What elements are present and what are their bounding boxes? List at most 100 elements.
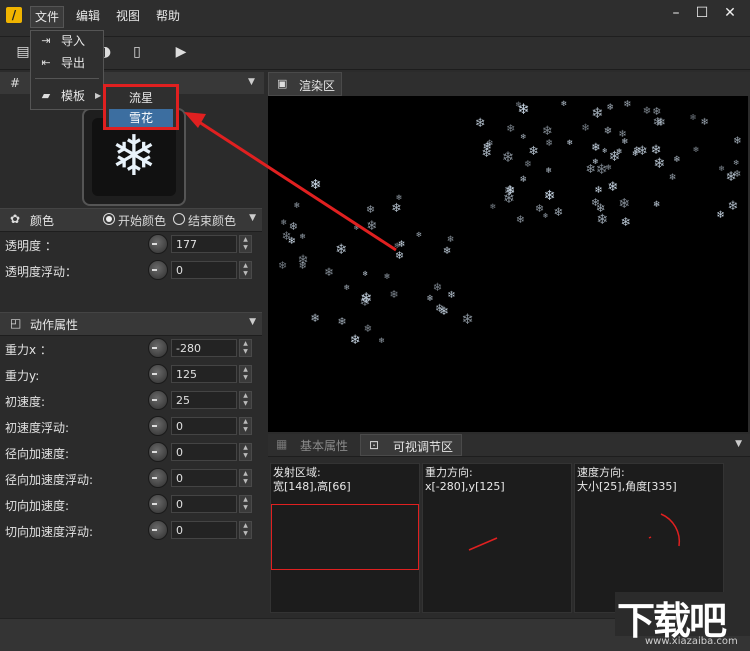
menu-help[interactable]: 帮助 bbox=[152, 6, 184, 26]
tab-visual-adjust[interactable]: ⊡ 可视调节区 bbox=[360, 434, 462, 456]
menu-divider bbox=[35, 78, 99, 79]
snow-particle: ❄ bbox=[594, 184, 603, 196]
tangential-accel-float-knob[interactable] bbox=[148, 520, 168, 540]
menu-view[interactable]: 视图 bbox=[112, 6, 144, 26]
gravity-x-label: 重力x ： bbox=[5, 343, 52, 357]
opacity-float-knob[interactable] bbox=[148, 260, 168, 280]
chevron-down-icon[interactable]: ▼ bbox=[249, 317, 256, 327]
chevron-down-icon[interactable]: ▼ bbox=[248, 77, 255, 87]
render-canvas[interactable]: ❄ ❄ ❄ ❄ ❄ ❄ ❄ ❄ ❄ ❄ ❄ ❄ ❄ ❄ ❄ ❄ ❄ ❄ ❄ ❄ ❄ ❄ ❄ ❄ ❄ ❄ ❄ ❄ ❄ ❄ ❄ ❄ ❄ ❄ ❄ ❄ ❄ ❄ ❄ ❄… bbox=[268, 96, 748, 432]
tangential-accel-float-label: 切向加速度浮动: bbox=[5, 525, 94, 539]
snow-particle: ❄ bbox=[727, 199, 739, 215]
initial-speed-float-stepper[interactable]: ▲ ▼ bbox=[239, 417, 252, 435]
color-section-header: ✿ 颜色 开始颜色 结束颜色 ▼ bbox=[0, 208, 262, 232]
opacity-float-input[interactable]: 0 bbox=[171, 261, 237, 279]
tangential-accel-input[interactable]: 0 bbox=[171, 495, 237, 513]
motion-icon: ◰ bbox=[10, 316, 22, 330]
template-icon: ▰ bbox=[41, 89, 51, 102]
initial-speed-input[interactable]: 25 bbox=[171, 391, 237, 409]
close-icon[interactable]: ✕ bbox=[718, 3, 742, 23]
menu-item-template[interactable]: ▰ 模板 ▶ bbox=[31, 86, 103, 106]
snow-particle: ❄ bbox=[505, 182, 516, 197]
radial-accel-stepper[interactable]: ▲ ▼ bbox=[239, 443, 252, 461]
snow-particle: ❄ bbox=[278, 258, 287, 272]
opacity-stepper[interactable]: ▲ ▼ bbox=[239, 235, 252, 253]
snow-particle: ❄ bbox=[642, 106, 652, 118]
snow-particle: ❄ bbox=[324, 264, 334, 279]
gravity-x-input[interactable]: -280 bbox=[171, 339, 237, 357]
play-icon[interactable]: ▶ bbox=[172, 43, 190, 61]
import-icon: ⇥ bbox=[41, 34, 51, 47]
snow-particle: ❄ bbox=[603, 126, 613, 138]
snow-particle: ❄ bbox=[397, 239, 406, 250]
initial-speed-label: 初速度: bbox=[5, 395, 46, 409]
chart-icon: ⊡ bbox=[369, 438, 380, 452]
snow-particle: ❄ bbox=[591, 105, 604, 123]
end-color-label: 结束颜色 bbox=[188, 214, 237, 228]
snow-particle: ❄ bbox=[353, 224, 360, 233]
tab-render[interactable]: ▣ 渲染区 bbox=[268, 72, 342, 96]
basic-props-icon: ▦ bbox=[276, 437, 288, 451]
submenu-item-meteor[interactable]: 流星 bbox=[109, 89, 173, 107]
start-color-radio[interactable] bbox=[103, 213, 115, 225]
menu-file[interactable]: 文件 bbox=[30, 6, 65, 28]
snow-particle: ❄ bbox=[591, 141, 601, 155]
snow-particle: ❄ bbox=[585, 162, 596, 177]
snow-particle: ❄ bbox=[461, 311, 474, 328]
radial-accel-float-stepper[interactable]: ▲ ▼ bbox=[239, 469, 252, 487]
snow-particle: ❄ bbox=[607, 180, 619, 196]
maximize-icon[interactable]: ☐ bbox=[690, 3, 714, 23]
submenu-item-snowflake[interactable]: 雪花 bbox=[109, 109, 173, 127]
radial-accel-knob[interactable] bbox=[148, 442, 168, 462]
snow-particle: ❄ bbox=[335, 241, 348, 258]
emit-area-rect[interactable] bbox=[271, 504, 419, 570]
snow-particle: ❄ bbox=[595, 162, 608, 179]
gravity-y-stepper[interactable]: ▲ ▼ bbox=[239, 365, 252, 383]
opacity-input[interactable]: 177 bbox=[171, 235, 237, 253]
snow-particle: ❄ bbox=[362, 269, 369, 279]
radial-accel-input[interactable]: 0 bbox=[171, 443, 237, 461]
color-section-title: 颜色 bbox=[30, 214, 55, 228]
end-color-radio[interactable] bbox=[173, 213, 185, 225]
snow-particle: ❄ bbox=[545, 138, 554, 150]
snow-particle: ❄ bbox=[581, 122, 590, 134]
snow-particle: ❄ bbox=[389, 288, 399, 302]
gravity-x-knob[interactable] bbox=[148, 338, 168, 358]
emit-area-value: 宽[148],高[66] bbox=[273, 480, 351, 493]
initial-speed-float-knob[interactable] bbox=[148, 416, 168, 436]
gravity-y-input[interactable]: 125 bbox=[171, 365, 237, 383]
menu-item-export[interactable]: ⇤ 导出 bbox=[31, 53, 103, 73]
snow-particle: ❄ bbox=[541, 124, 553, 140]
initial-speed-stepper[interactable]: ▲ ▼ bbox=[239, 391, 252, 409]
gravity-y-knob[interactable] bbox=[148, 364, 168, 384]
radial-accel-label: 径向加速度: bbox=[5, 447, 70, 461]
tab-basic-properties[interactable]: 基本属性 bbox=[300, 437, 348, 454]
opacity-knob[interactable] bbox=[148, 234, 168, 254]
radial-accel-float-label: 径向加速度浮动: bbox=[5, 473, 94, 487]
tangential-accel-label: 切向加速度: bbox=[5, 499, 70, 513]
menu-item-import[interactable]: ⇥ 导入 bbox=[31, 31, 103, 51]
minimize-icon[interactable]: – bbox=[664, 3, 688, 23]
file-menu-dropdown: ⇥ 导入 ⇤ 导出 ▰ 模板 ▶ bbox=[30, 30, 104, 110]
palette-icon: ✿ bbox=[10, 212, 21, 226]
snow-particle: ❄ bbox=[636, 144, 648, 160]
frame-icon[interactable]: ▯ bbox=[128, 43, 146, 61]
radial-accel-float-input[interactable]: 0 bbox=[171, 469, 237, 487]
gravity-x-stepper[interactable]: ▲ ▼ bbox=[239, 339, 252, 357]
render-panel-header: ▣ 渲染区 bbox=[268, 72, 750, 96]
tangential-accel-stepper[interactable]: ▲ ▼ bbox=[239, 495, 252, 513]
menu-edit[interactable]: 编辑 bbox=[72, 6, 104, 26]
tangential-accel-knob[interactable] bbox=[148, 494, 168, 514]
snow-particle: ❄ bbox=[668, 172, 677, 183]
initial-speed-float-input[interactable]: 0 bbox=[171, 417, 237, 435]
snow-particle: ❄ bbox=[391, 200, 402, 216]
tangential-accel-float-stepper[interactable]: ▲ ▼ bbox=[239, 521, 252, 539]
initial-speed-knob[interactable] bbox=[148, 390, 168, 410]
chevron-down-icon[interactable]: ▼ bbox=[249, 213, 256, 223]
opacity-float-stepper[interactable]: ▲ ▼ bbox=[239, 261, 252, 279]
tangential-accel-float-input[interactable]: 0 bbox=[171, 521, 237, 539]
gravity-direction-box[interactable]: 重力方向: x[-280],y[125] bbox=[422, 463, 572, 613]
chevron-down-icon[interactable]: ▼ bbox=[735, 439, 742, 449]
radial-accel-float-knob[interactable] bbox=[148, 468, 168, 488]
emit-area-box[interactable]: 发射区域: 宽[148],高[66] bbox=[270, 463, 420, 613]
